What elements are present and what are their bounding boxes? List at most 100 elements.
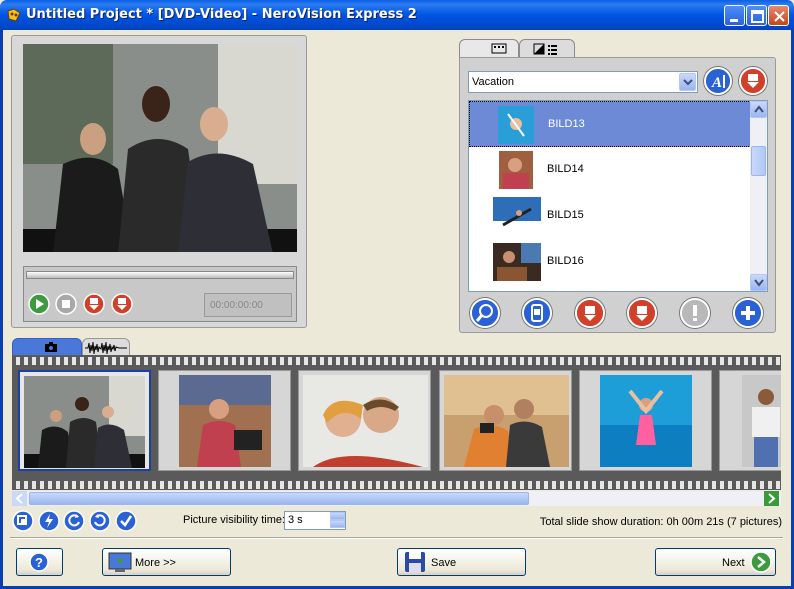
next-button[interactable]: Next xyxy=(655,548,776,576)
chapter-add-icon[interactable] xyxy=(111,293,133,315)
more-button[interactable]: More >> xyxy=(102,548,231,576)
list-scrollbar[interactable] xyxy=(750,101,767,291)
visibility-time-input[interactable]: 3 s xyxy=(284,511,346,530)
close-icon xyxy=(774,11,785,22)
maximize-icon xyxy=(751,10,764,23)
next-button-label: Next xyxy=(722,557,745,569)
list-item-label: BILD13 xyxy=(548,118,585,130)
slide-thumbnail xyxy=(303,375,428,467)
zoom-preview-icon[interactable] xyxy=(470,298,500,328)
minimize-button[interactable] xyxy=(724,5,745,26)
text-auto-icon[interactable]: A xyxy=(704,67,732,95)
add-icon[interactable] xyxy=(733,298,763,328)
crop-icon[interactable] xyxy=(12,510,34,532)
apply-icon[interactable] xyxy=(115,510,137,532)
list-item-label: BILD15 xyxy=(547,209,584,221)
film-icon xyxy=(491,43,507,54)
scroll-down-icon[interactable] xyxy=(750,274,767,291)
app-icon xyxy=(7,8,21,22)
slide-thumbnail xyxy=(179,375,271,467)
title-bar: Untitled Project * [DVD-Video] - NeroVis… xyxy=(0,0,794,30)
slide-frame[interactable] xyxy=(579,370,712,471)
list-item[interactable]: BILD14 xyxy=(469,147,751,193)
list-item-label: BILD14 xyxy=(547,163,584,175)
help-button[interactable]: ? xyxy=(16,548,63,576)
rotate-right-icon[interactable] xyxy=(89,510,111,532)
svg-text:?: ? xyxy=(35,555,43,570)
details-icon xyxy=(533,43,557,55)
bild16-thumbnail xyxy=(493,243,541,281)
add-all-icon[interactable] xyxy=(627,298,657,328)
play-icon[interactable] xyxy=(28,293,50,315)
list-item-label: BILD16 xyxy=(547,255,584,267)
floppy-disk-icon xyxy=(405,552,425,572)
window-title: Untitled Project * [DVD-Video] - NeroVis… xyxy=(26,7,417,22)
list-item[interactable]: BILD16 xyxy=(469,239,751,285)
folder-select-value: Vacation xyxy=(472,76,514,88)
more-button-label: More >> xyxy=(135,557,176,569)
chevron-down-icon[interactable] xyxy=(679,73,696,91)
film-perforations-top xyxy=(12,357,781,365)
slide-frame[interactable] xyxy=(18,370,151,471)
preview-panel: 00:00:00:00 xyxy=(11,35,307,328)
media-browser-panel: Vacation A BILD13 BILD14 BILD15 BILD16 xyxy=(459,57,776,333)
preview-image xyxy=(23,44,297,252)
preview-photo xyxy=(23,44,297,252)
chapter-down-icon[interactable] xyxy=(83,293,105,315)
device-icon[interactable] xyxy=(522,298,552,328)
separator xyxy=(10,537,783,539)
stop-icon[interactable] xyxy=(55,293,77,315)
slide-thumbnail xyxy=(24,376,145,468)
slide-frame[interactable] xyxy=(439,370,572,471)
scroll-left-icon[interactable] xyxy=(12,491,27,506)
timecode-value: 00:00:00:00 xyxy=(210,300,263,311)
timecode-display: 00:00:00:00 xyxy=(204,293,292,317)
slide-frame[interactable] xyxy=(298,370,431,471)
spin-up-icon[interactable] xyxy=(330,512,345,520)
playback-controls: 00:00:00:00 xyxy=(23,266,297,322)
add-to-project-icon[interactable] xyxy=(739,67,767,95)
svg-text:A: A xyxy=(711,75,722,91)
info-icon[interactable] xyxy=(680,298,710,328)
save-button[interactable]: Save xyxy=(397,548,526,576)
folder-select[interactable]: Vacation xyxy=(468,71,698,93)
effect-icon[interactable] xyxy=(38,510,60,532)
rotate-left-icon[interactable] xyxy=(63,510,85,532)
close-button[interactable] xyxy=(768,5,789,26)
visibility-time-value: 3 s xyxy=(288,514,303,526)
visibility-time-label: Picture visibility time: xyxy=(183,514,286,526)
tab-thumbnails[interactable] xyxy=(459,39,519,57)
tab-audio[interactable] xyxy=(82,338,130,355)
bild13-thumbnail xyxy=(498,106,534,144)
slide-thumbnail xyxy=(742,375,781,467)
next-arrow-icon xyxy=(750,551,772,573)
slide-frame[interactable] xyxy=(719,370,781,471)
maximize-button[interactable] xyxy=(746,5,767,26)
film-perforations-bottom xyxy=(12,481,781,489)
scroll-right-icon[interactable] xyxy=(764,491,779,506)
list-item[interactable]: BILD15 xyxy=(469,193,751,239)
tab-pictures[interactable] xyxy=(12,338,82,355)
filmstrip-scrollbar[interactable] xyxy=(12,491,781,506)
scroll-thumb[interactable] xyxy=(751,146,766,176)
slide-thumbnail xyxy=(600,375,692,467)
waveform-icon xyxy=(85,341,127,355)
add-selected-icon[interactable] xyxy=(575,298,605,328)
bild14-thumbnail xyxy=(499,151,533,189)
monitor-icon xyxy=(108,552,132,572)
spin-down-icon[interactable] xyxy=(330,520,345,528)
scroll-thumb[interactable] xyxy=(29,492,529,505)
camera-icon xyxy=(45,342,57,352)
total-duration-text: Total slide show duration: 0h 00m 21s (7… xyxy=(539,516,782,528)
save-button-label: Save xyxy=(431,557,457,569)
slide-thumbnail xyxy=(444,375,569,467)
tab-details[interactable] xyxy=(519,39,575,57)
minimize-icon xyxy=(730,19,738,22)
slideshow-filmstrip[interactable] xyxy=(12,355,781,490)
seek-bar[interactable] xyxy=(26,271,294,279)
slide-frame[interactable] xyxy=(158,370,291,471)
help-icon: ? xyxy=(29,552,49,572)
list-item[interactable]: BILD13 xyxy=(469,101,751,147)
media-list[interactable]: BILD13 BILD14 BILD15 BILD16 xyxy=(468,100,768,292)
scroll-up-icon[interactable] xyxy=(750,101,767,118)
